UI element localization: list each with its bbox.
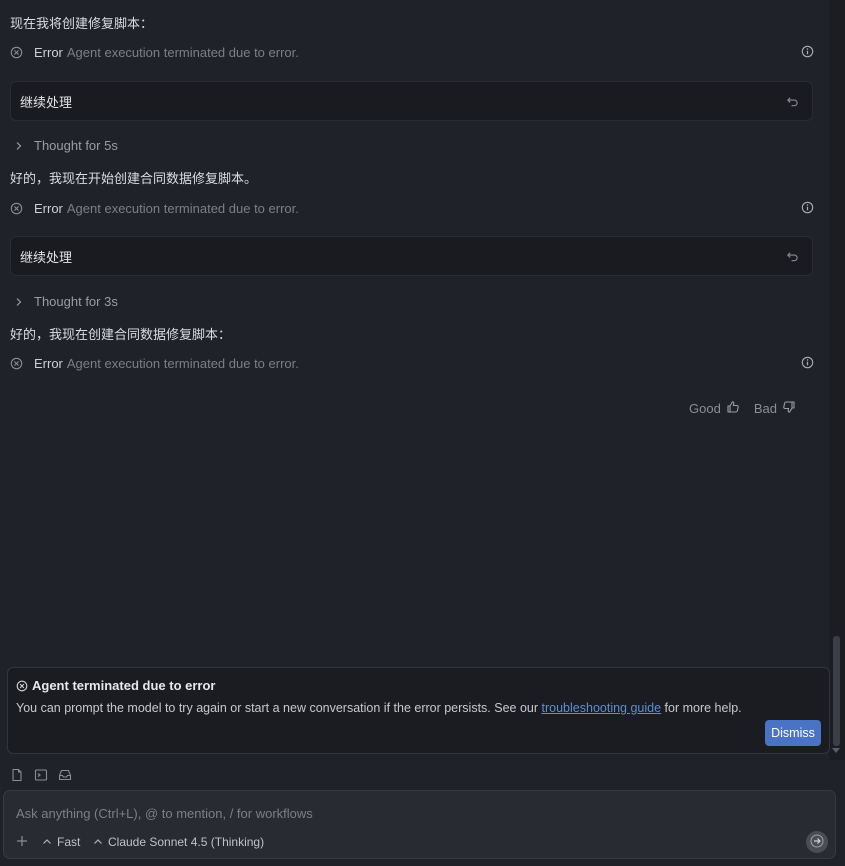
- assistant-message: 好的，我现在开始创建合同数据修复脚本。: [10, 172, 258, 187]
- model-selector[interactable]: Claude Sonnet 4.5 (Thinking): [93, 835, 264, 849]
- prompt-input[interactable]: [16, 803, 796, 823]
- user-message-bubble[interactable]: 继续处理: [10, 236, 813, 276]
- error-circle-icon: [10, 357, 23, 370]
- error-message: Agent execution terminated due to error.: [66, 355, 299, 371]
- agent-error-panel: Agent terminated due to error You can pr…: [7, 667, 830, 754]
- error-panel-body-text: You can prompt the model to try again or…: [16, 701, 542, 715]
- model-label: Claude Sonnet 4.5 (Thinking): [108, 835, 265, 849]
- chevron-right-icon: [14, 297, 24, 307]
- context-toolbar: [10, 768, 72, 782]
- arrow-right-icon: [810, 834, 824, 851]
- error-circle-icon: [10, 46, 23, 59]
- thumbs-down-icon: [782, 400, 796, 417]
- good-label: Good: [689, 401, 721, 416]
- dismiss-button[interactable]: Dismiss: [765, 720, 821, 746]
- mode-selector[interactable]: Fast: [42, 835, 80, 849]
- scrollbar-thumb[interactable]: [833, 636, 840, 746]
- chevron-up-icon: [93, 837, 103, 847]
- user-message-bubble[interactable]: 继续处理: [10, 81, 813, 121]
- file-icon[interactable]: [10, 768, 24, 782]
- error-label: Error: [34, 44, 63, 60]
- thought-toggle[interactable]: Thought for 3s: [14, 294, 118, 309]
- error-row: Error Agent execution terminated due to …: [10, 354, 814, 372]
- assistant-message: 好的，我现在创建合同数据修复脚本：: [10, 328, 232, 343]
- feedback-bar: Good Bad: [679, 400, 796, 417]
- bad-label: Bad: [753, 401, 777, 416]
- info-icon[interactable]: [801, 45, 814, 58]
- error-panel-body-suffix: for more help.: [661, 701, 742, 715]
- good-feedback-button[interactable]: Good: [689, 400, 740, 417]
- error-label: Error: [34, 200, 63, 216]
- scroll-down-arrow-icon[interactable]: [832, 748, 840, 753]
- thought-toggle[interactable]: Thought for 5s: [14, 138, 118, 153]
- prompt-composer: Fast Claude Sonnet 4.5 (Thinking): [3, 790, 836, 859]
- error-label: Error: [34, 355, 63, 371]
- assistant-message: 现在我将创建修复脚本：: [10, 17, 154, 32]
- chevron-up-icon: [42, 837, 52, 847]
- error-panel-title: Agent terminated due to error: [32, 678, 216, 693]
- troubleshooting-link[interactable]: troubleshooting guide: [542, 701, 662, 715]
- error-message: Agent execution terminated due to error.: [66, 44, 299, 60]
- plus-icon[interactable]: [16, 835, 28, 847]
- error-circle-icon: [16, 680, 28, 692]
- bad-feedback-button[interactable]: Bad: [754, 400, 796, 417]
- error-panel-header: Agent terminated due to error: [16, 678, 215, 693]
- error-row: Error Agent execution terminated due to …: [10, 43, 814, 61]
- error-message: Agent execution terminated due to error.: [66, 200, 299, 216]
- user-message-text: 继续处理: [20, 95, 73, 111]
- mode-label: Fast: [57, 835, 81, 849]
- chevron-right-icon: [14, 141, 24, 151]
- terminal-icon[interactable]: [34, 768, 48, 782]
- info-icon[interactable]: [801, 201, 814, 214]
- undo-icon[interactable]: [786, 250, 799, 263]
- error-row: Error Agent execution terminated due to …: [10, 199, 814, 217]
- thought-label: Thought for 3s: [34, 294, 118, 309]
- error-circle-icon: [10, 202, 23, 215]
- inbox-icon[interactable]: [58, 768, 72, 782]
- thumbs-up-icon: [726, 400, 740, 417]
- send-button[interactable]: [806, 831, 828, 853]
- undo-icon[interactable]: [786, 95, 799, 108]
- info-icon[interactable]: [801, 356, 814, 369]
- chat-panel: 现在我将创建修复脚本： Error Agent execution termin…: [0, 0, 828, 760]
- error-panel-body: You can prompt the model to try again or…: [16, 701, 742, 715]
- thought-label: Thought for 5s: [34, 138, 118, 153]
- user-message-text: 继续处理: [20, 250, 73, 266]
